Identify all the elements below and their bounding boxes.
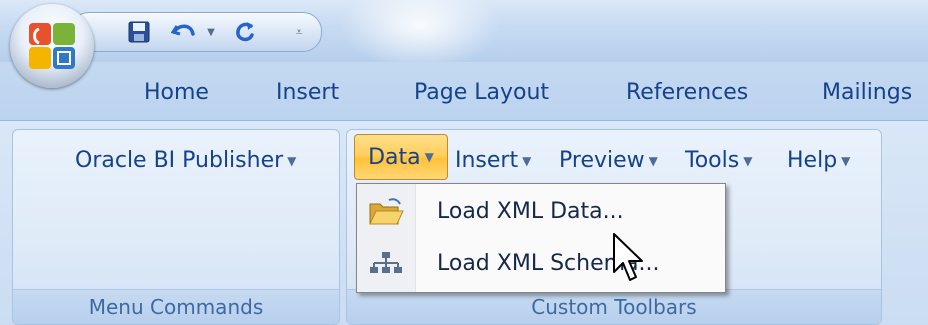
- redo-icon[interactable]: [229, 13, 261, 51]
- tab-home[interactable]: Home: [144, 80, 209, 105]
- oracle-bi-publisher-label: Oracle BI Publisher: [75, 148, 284, 173]
- tools-menu[interactable]: Tools ▼: [685, 148, 752, 173]
- preview-menu[interactable]: Preview ▼: [559, 148, 658, 173]
- undo-icon[interactable]: [169, 13, 201, 51]
- data-dropdown-menu: Load XML Data... Load XML Schema...: [356, 183, 726, 293]
- chevron-down-icon: ▼: [424, 150, 434, 164]
- office-button[interactable]: [10, 4, 94, 88]
- ribbon-tabs: Home Insert Page Layout References Maili…: [0, 62, 928, 120]
- chevron-down-icon: ▼: [522, 154, 532, 168]
- mouse-cursor-icon: [613, 233, 643, 281]
- chevron-down-icon: ▼: [743, 154, 753, 168]
- group-label-custom-toolbars: Custom Toolbars: [347, 289, 881, 324]
- undo-dropdown-icon[interactable]: ▼: [203, 13, 219, 51]
- help-menu[interactable]: Help ▼: [787, 148, 850, 173]
- preview-menu-label: Preview: [559, 148, 645, 173]
- help-menu-label: Help: [787, 148, 838, 173]
- chevron-down-icon: ▼: [841, 154, 851, 168]
- data-menu[interactable]: Data ▼: [354, 134, 448, 180]
- menu-item-load-xml-schema[interactable]: Load XML Schema...: [357, 240, 725, 288]
- tab-page-layout[interactable]: Page Layout: [414, 80, 549, 105]
- group-menu-commands: Oracle BI Publisher ▼ Menu Commands: [12, 129, 340, 325]
- hierarchy-icon: [370, 252, 402, 273]
- office-logo-icon: [29, 23, 75, 69]
- tab-insert[interactable]: Insert: [276, 80, 339, 105]
- save-icon[interactable]: [123, 13, 155, 51]
- quick-access-toolbar: ▼ ⩡: [70, 12, 322, 52]
- insert-menu[interactable]: Insert ▼: [455, 148, 531, 173]
- chevron-down-icon: ▼: [648, 154, 658, 168]
- oracle-bi-publisher-menu[interactable]: Oracle BI Publisher ▼: [75, 148, 296, 173]
- title-glow: [340, 0, 500, 70]
- tools-menu-label: Tools: [685, 148, 740, 173]
- chevron-down-icon: ▼: [287, 154, 297, 168]
- customize-qat-icon[interactable]: ⩡: [289, 13, 309, 51]
- open-folder-icon: [369, 198, 404, 225]
- insert-menu-label: Insert: [455, 148, 519, 173]
- group-label-menu-commands: Menu Commands: [13, 289, 339, 324]
- menu-item-load-xml-data[interactable]: Load XML Data...: [357, 188, 725, 236]
- load-xml-data-label: Load XML Data...: [437, 199, 624, 224]
- tab-references[interactable]: References: [626, 80, 748, 105]
- title-bar: ▼ ⩡: [0, 0, 928, 88]
- data-menu-label: Data: [368, 144, 421, 170]
- tab-mailings[interactable]: Mailings: [822, 80, 912, 105]
